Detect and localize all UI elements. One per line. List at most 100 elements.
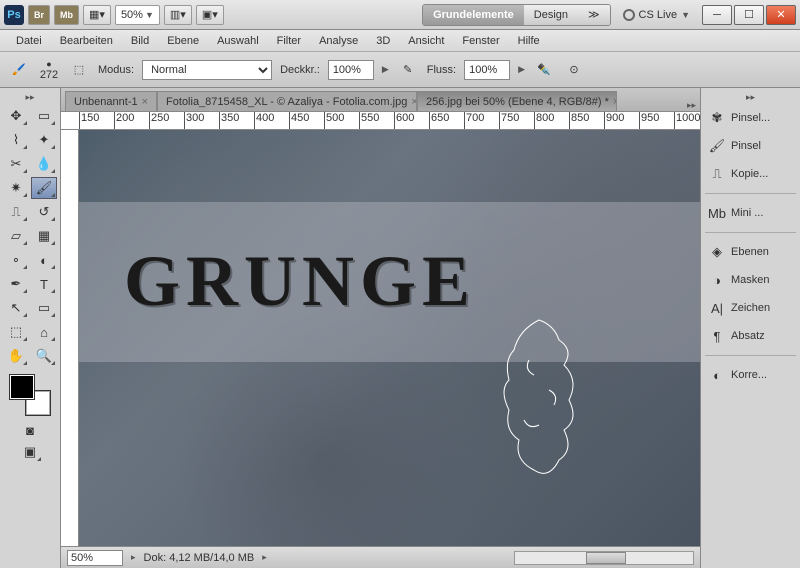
window-controls: ─ ☐ ✕ [702, 5, 796, 25]
chevron-down-icon[interactable]: ▶ [518, 64, 525, 75]
panel-brush[interactable]: 🖌Pinsel [703, 133, 798, 159]
canvas[interactable]: GRUNGE [79, 130, 700, 546]
panel-adjust[interactable]: ◐Korre... [703, 362, 798, 388]
collapse-panels-icon[interactable]: ▸▸ [746, 92, 755, 103]
flow-field[interactable]: 100% [464, 60, 510, 80]
brush-icon: 🖌 [709, 138, 725, 154]
panel-label: Pinsel... [731, 112, 770, 124]
menubar: Datei Bearbeiten Bild Ebene Auswahl Filt… [0, 30, 800, 52]
cslive-button[interactable]: CS Live ▼ [623, 9, 690, 21]
foreground-color[interactable] [10, 375, 34, 399]
crop-tool[interactable]: ✂ [3, 153, 29, 175]
hand-tool[interactable]: ✋ [3, 345, 29, 367]
blur-tool[interactable]: ∘ [3, 249, 29, 271]
blend-mode-select[interactable]: Normal [142, 60, 272, 80]
menu-analyse[interactable]: Analyse [311, 32, 366, 50]
chevron-icon[interactable]: ▸ [131, 552, 136, 563]
ruler-vertical[interactable] [61, 130, 79, 546]
workspace-more[interactable]: ≫ [578, 5, 610, 25]
zoom-dropdown[interactable]: 50% ▼ [115, 5, 160, 25]
menu-bild[interactable]: Bild [123, 32, 157, 50]
mb-icon: Mb [709, 205, 725, 221]
color-swatch[interactable] [10, 375, 50, 415]
tool-preset-icon[interactable]: 🖌️ [8, 59, 30, 81]
close-icon[interactable]: × [613, 96, 617, 108]
close-icon[interactable]: × [142, 96, 148, 108]
minibridge-button[interactable]: Mb [54, 5, 79, 25]
arrange-button[interactable]: ▥▾ [164, 5, 192, 25]
panel-brushpresets[interactable]: ✾Pinsel... [703, 105, 798, 131]
shape-tool[interactable]: ▭ [31, 297, 57, 319]
workspace-active[interactable]: Grundelemente [423, 5, 524, 25]
workspace: ▸▸ ✥ ▭ ⌇ ✦ ✂ 💧 ✷ 🖌 ⎍ ↺ ▱ ▦ ∘ ◐ ✒ T ↖ ▭ ⬚… [0, 88, 800, 568]
menu-filter[interactable]: Filter [269, 32, 309, 50]
panel-clone[interactable]: ⎍Kopie... [703, 161, 798, 187]
pen-tool[interactable]: ✒ [3, 273, 29, 295]
tools-panel: ▸▸ ✥ ▭ ⌇ ✦ ✂ 💧 ✷ 🖌 ⎍ ↺ ▱ ▦ ∘ ◐ ✒ T ↖ ▭ ⬚… [0, 88, 61, 568]
eraser-tool[interactable]: ▱ [3, 225, 29, 247]
panel-para[interactable]: ¶Absatz [703, 323, 798, 349]
panel-label: Ebenen [731, 246, 769, 258]
doc-tab-active[interactable]: 256.jpg bei 50% (Ebene 4, RGB/8#) *× [417, 91, 617, 111]
tablet-size-icon[interactable]: ⊙ [563, 59, 585, 81]
minimize-button[interactable]: ─ [702, 5, 732, 25]
modus-label: Modus: [98, 64, 134, 76]
maximize-button[interactable]: ☐ [734, 5, 764, 25]
tabs-overflow-icon[interactable]: ▸▸ [687, 100, 696, 111]
menu-datei[interactable]: Datei [8, 32, 50, 50]
opacity-field[interactable]: 100% [328, 60, 374, 80]
view-extras-button[interactable]: ▦▾ [83, 5, 111, 25]
airbrush-icon[interactable]: ✒️ [533, 59, 555, 81]
stamp-tool[interactable]: ⎍ [3, 201, 29, 223]
doc-tab[interactable]: Unbenannt-1× [65, 91, 157, 111]
marquee-tool[interactable]: ▭ [31, 105, 57, 127]
menu-hilfe[interactable]: Hilfe [510, 32, 548, 50]
menu-ebene[interactable]: Ebene [159, 32, 207, 50]
menu-fenster[interactable]: Fenster [454, 32, 507, 50]
type-tool[interactable]: T [31, 273, 57, 295]
scrollbar-horizontal[interactable] [514, 551, 694, 565]
collapse-tools-icon[interactable]: ▸▸ [25, 92, 34, 103]
dodge-tool[interactable]: ◐ [31, 249, 57, 271]
panel-masks[interactable]: ◑Masken [703, 267, 798, 293]
menu-ansicht[interactable]: Ansicht [400, 32, 452, 50]
zoom-tool[interactable]: 🔍 [31, 345, 57, 367]
screenmode-button[interactable]: ▣ [17, 441, 43, 463]
lasso-tool[interactable]: ⌇ [3, 129, 29, 151]
fluss-label: Fluss: [427, 64, 456, 76]
chevron-down-icon[interactable]: ▶ [382, 64, 389, 75]
tablet-opacity-icon[interactable]: ✎ [397, 59, 419, 81]
doc-tab[interactable]: Fotolia_8715458_XL - © Azaliya - Fotolia… [157, 91, 417, 111]
panel-mb[interactable]: MbMini ... [703, 200, 798, 226]
heal-tool[interactable]: ✷ [3, 177, 29, 199]
3d-tool[interactable]: ⬚ [3, 321, 29, 343]
menu-auswahl[interactable]: Auswahl [209, 32, 267, 50]
app-icon: Ps [4, 5, 24, 25]
bridge-button[interactable]: Br [28, 5, 50, 25]
panel-layers[interactable]: ◈Ebenen [703, 239, 798, 265]
doc-info[interactable]: Dok: 4,12 MB/14,0 MB [144, 552, 255, 564]
gradient-tool[interactable]: ▦ [31, 225, 57, 247]
menu-3d[interactable]: 3D [368, 32, 398, 50]
brush-tool[interactable]: 🖌 [31, 177, 57, 199]
path-tool[interactable]: ↖ [3, 297, 29, 319]
history-brush-tool[interactable]: ↺ [31, 201, 57, 223]
panel-char[interactable]: A|Zeichen [703, 295, 798, 321]
zoom-value: 50% [121, 9, 143, 21]
brush-preset-picker[interactable]: ●272 [38, 59, 60, 81]
close-button[interactable]: ✕ [766, 5, 796, 25]
zoom-field[interactable]: 50% [67, 550, 123, 566]
brush-panel-toggle[interactable]: ⬚ [68, 59, 90, 81]
scrollbar-thumb[interactable] [586, 552, 626, 564]
panel-label: Masken [731, 274, 770, 286]
wand-tool[interactable]: ✦ [31, 129, 57, 151]
ruler-horizontal[interactable]: 1502002503003504004505005506006507007508… [61, 112, 700, 130]
move-tool[interactable]: ✥ [3, 105, 29, 127]
screen-mode-button[interactable]: ▣▾ [196, 5, 224, 25]
quickmask-button[interactable]: ◙ [17, 419, 43, 441]
workspace-other[interactable]: Design [524, 5, 578, 25]
eyedropper-tool[interactable]: 💧 [31, 153, 57, 175]
chevron-icon[interactable]: ▸ [262, 552, 267, 563]
menu-bearbeiten[interactable]: Bearbeiten [52, 32, 121, 50]
3d-camera-tool[interactable]: ⌂ [31, 321, 57, 343]
